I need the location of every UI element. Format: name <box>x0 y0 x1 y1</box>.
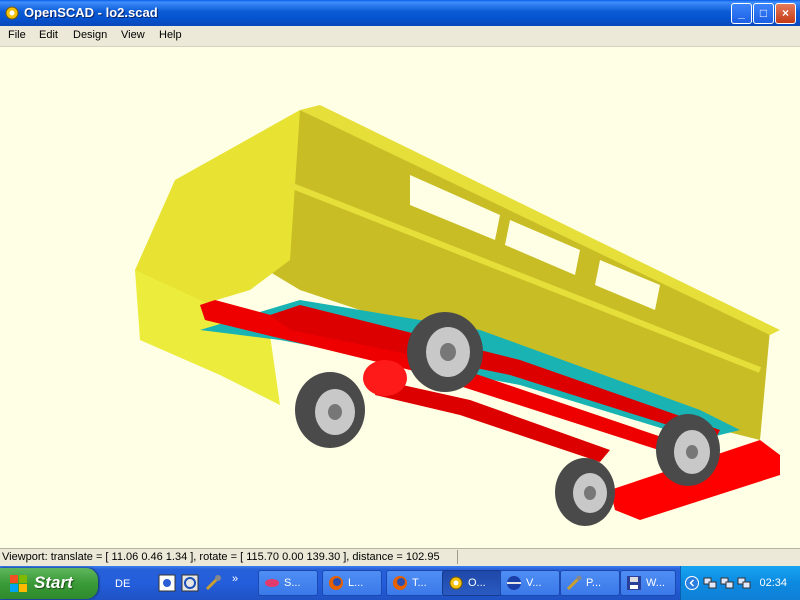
task-button[interactable]: V... <box>500 570 560 596</box>
task-button[interactable]: T... <box>386 570 446 596</box>
tools-icon[interactable] <box>204 574 222 592</box>
menu-bar: File Edit Design View Help <box>0 26 800 47</box>
differential <box>363 360 407 396</box>
window-title: OpenSCAD - lo2.scad <box>24 5 158 20</box>
menu-edit[interactable]: Edit <box>39 29 58 41</box>
firefox-icon <box>329 576 343 590</box>
lips-icon <box>265 579 279 587</box>
start-label: Start <box>34 573 73 592</box>
quicklaunch-icon[interactable] <box>158 574 176 592</box>
system-tray: 02:34 <box>680 566 800 600</box>
openscad-icon <box>449 576 463 590</box>
menu-help[interactable]: Help <box>159 29 182 41</box>
task-button[interactable]: L... <box>322 570 382 596</box>
floppy-icon <box>627 576 641 590</box>
3d-viewport[interactable] <box>0 47 800 548</box>
menu-view[interactable]: View <box>121 29 145 41</box>
wheel <box>407 312 483 392</box>
maximize-button[interactable]: □ <box>753 3 774 24</box>
menu-design[interactable]: Design <box>73 29 107 41</box>
network-icon[interactable] <box>720 576 734 590</box>
minimize-button[interactable]: _ <box>731 3 752 24</box>
network-icon[interactable] <box>703 576 717 590</box>
bus-model-render <box>135 105 780 526</box>
task-button[interactable]: W... <box>620 570 676 596</box>
task-button[interactable]: P... <box>560 570 620 596</box>
clock[interactable]: 02:34 <box>759 577 787 589</box>
firefox-icon <box>393 576 407 590</box>
wheel <box>656 414 720 486</box>
start-button[interactable]: Start <box>0 568 98 599</box>
chevron-left-icon[interactable] <box>685 576 699 590</box>
globe-icon <box>507 576 521 590</box>
language-indicator[interactable]: DE <box>115 578 130 590</box>
close-button[interactable]: × <box>775 3 796 24</box>
task-button-active[interactable]: O... <box>442 570 502 596</box>
viewport-status: Viewport: translate = [ 11.06 0.46 1.34 … <box>2 551 440 563</box>
status-divider <box>457 550 458 564</box>
windows-flag-icon <box>10 575 27 592</box>
wheel <box>555 458 615 526</box>
openscad-icon <box>5 6 19 20</box>
quicklaunch-icon[interactable] <box>181 574 199 592</box>
menu-file[interactable]: File <box>8 29 26 41</box>
wheel <box>295 372 365 448</box>
network-icon[interactable] <box>737 576 751 590</box>
tools-icon <box>566 575 582 591</box>
title-bar: OpenSCAD - lo2.scad _ □ × <box>0 0 800 26</box>
status-bar: Viewport: translate = [ 11.06 0.46 1.34 … <box>0 548 800 566</box>
quicklaunch-chevron[interactable]: » <box>232 573 238 585</box>
task-button[interactable]: S... <box>258 570 318 596</box>
